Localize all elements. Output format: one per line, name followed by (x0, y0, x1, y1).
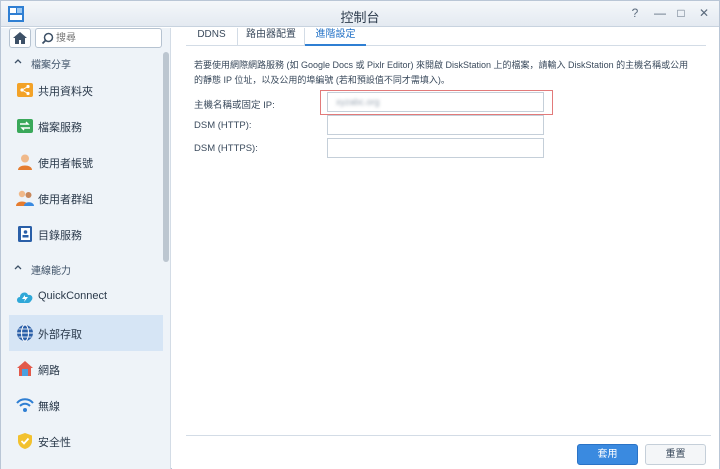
description-line: 若要使用網際網路服務 (如 Google Docs 或 Pixlr Editor… (194, 60, 689, 70)
sidebar-item-label: 共用資料夾 (38, 86, 93, 98)
quickconnect-icon (17, 292, 33, 303)
dsm-http-label: DSM (HTTP): (194, 120, 252, 131)
sidebar-item-shared-folder[interactable]: 共用資料夾 (9, 72, 163, 108)
chevron-up-icon (14, 59, 22, 64)
home-button[interactable] (9, 28, 31, 48)
sidebar-item-label: 無線 (38, 401, 60, 413)
close-button[interactable]: ✕ (696, 5, 712, 21)
user-icon (18, 154, 32, 170)
main-panel: DDNS 路由器配置 進階設定 若要使用網際網路服務 (如 Google Doc… (172, 28, 719, 469)
sidebar-item-label: 網路 (38, 365, 60, 377)
sidebar-item-external-access[interactable]: 外部存取 (9, 315, 163, 351)
chevron-up-icon (14, 265, 22, 270)
section-file-sharing[interactable]: 檔案分享 (1, 52, 170, 74)
footer-bar: 套用 重置 (186, 435, 711, 469)
section-label: 檔案分享 (31, 60, 71, 71)
reset-button[interactable]: 重置 (645, 444, 706, 465)
hostname-label: 主機名稱或固定 IP: (194, 100, 275, 111)
description-line: 的靜態 IP 位址，以及公用的埠編號 (若和預設值不同才需填入)。 (194, 75, 450, 85)
title-bar: 控制台 ? — □ ✕ (1, 1, 719, 27)
help-button[interactable]: ? (627, 5, 643, 21)
sidebar-item-label: 使用者群組 (38, 194, 93, 206)
sidebar-item-security[interactable]: 安全性 (9, 423, 163, 459)
apply-button[interactable]: 套用 (577, 444, 638, 465)
hostname-value: xyzabc.org (336, 97, 380, 107)
sidebar-item-network[interactable]: 網路 (9, 351, 163, 387)
sidebar-item-directory-service[interactable]: 目錄服務 (9, 216, 163, 252)
shared-folder-icon (17, 83, 33, 97)
section-connectivity[interactable]: 連線能力 (1, 258, 170, 280)
sidebar-item-label: QuickConnect (38, 290, 108, 302)
file-services-icon (17, 119, 33, 133)
dsm-https-port-field[interactable] (327, 138, 544, 158)
search-box[interactable] (35, 28, 162, 48)
directory-icon (18, 226, 32, 242)
control-panel-window: 控制台 ? — □ ✕ 檔案分享 (0, 0, 720, 469)
sidebar-item-label: 使用者帳號 (38, 158, 93, 170)
dsm-http-port-field[interactable] (327, 115, 544, 135)
sidebar-scrollbar[interactable] (163, 52, 169, 262)
description-text: 若要使用網際網路服務 (如 Google Docs 或 Pixlr Editor… (194, 58, 704, 88)
sidebar-item-label: 目錄服務 (38, 230, 82, 242)
search-icon (41, 32, 54, 45)
dsm-https-label: DSM (HTTPS): (194, 143, 258, 154)
tab-ddns[interactable]: DDNS (186, 28, 238, 46)
maximize-button[interactable]: □ (673, 5, 689, 21)
home-icon (13, 32, 27, 44)
sidebar-item-file-services[interactable]: 檔案服務 (9, 108, 163, 144)
sidebar-item-user-account[interactable]: 使用者帳號 (9, 144, 163, 180)
minimize-button[interactable]: — (652, 5, 668, 21)
tab-advanced-settings[interactable]: 進階設定 (305, 28, 366, 46)
window-title: 控制台 (340, 10, 380, 25)
group-icon (16, 190, 34, 206)
sidebar-item-label: 檔案服務 (38, 122, 82, 134)
sidebar-item-wireless[interactable]: 無線 (9, 387, 163, 423)
tab-bar: DDNS 路由器配置 進階設定 (186, 28, 706, 46)
sidebar-item-label: 安全性 (38, 437, 71, 449)
network-icon (17, 361, 33, 376)
sidebar-item-user-group[interactable]: 使用者群組 (9, 180, 163, 216)
sidebar-item-label: 外部存取 (38, 329, 82, 341)
shield-icon (18, 433, 32, 449)
external-access-icon (17, 324, 33, 342)
section-label: 連線能力 (31, 266, 71, 277)
wifi-icon (16, 398, 34, 412)
sidebar-item-quickconnect[interactable]: QuickConnect (9, 279, 163, 315)
search-input[interactable] (56, 31, 156, 45)
sidebar: 檔案分享 共用資料夾 檔案服務 使用者帳號 (1, 28, 171, 469)
tab-router-config[interactable]: 路由器配置 (238, 28, 305, 46)
hostname-field[interactable]: xyzabc.org (327, 92, 544, 112)
